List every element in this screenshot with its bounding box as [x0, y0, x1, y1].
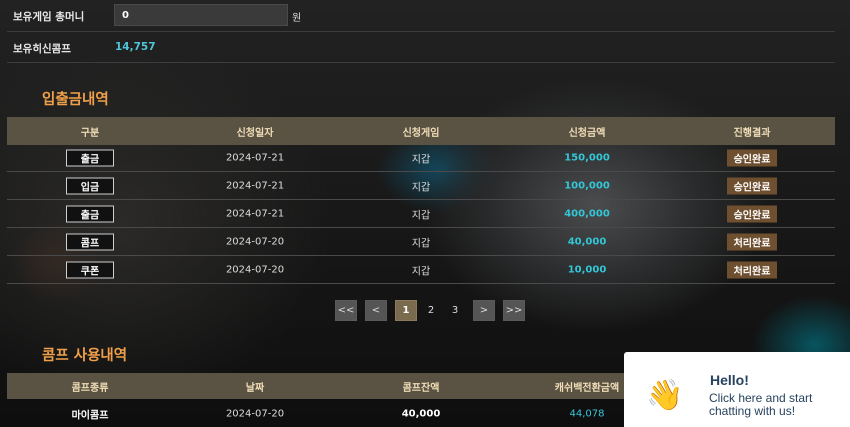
- header-cashback: 캐쉬백전환금액: [554, 382, 620, 394]
- divider: [7, 62, 835, 63]
- date-cell: 2024-07-21: [225, 180, 285, 191]
- header-comp-date: 날짜: [245, 382, 265, 394]
- currency-unit: 원: [292, 13, 302, 24]
- first-page-button[interactable]: <<: [335, 300, 357, 321]
- date-cell: 2024-07-21: [225, 152, 285, 163]
- next-page-button[interactable]: >: [473, 300, 495, 321]
- status-badge: 처리완료: [727, 261, 777, 278]
- comp-label: 보유히신콤프: [13, 43, 71, 55]
- table-row: 콤프 2024-07-20 지갑 40,000 처리완료: [7, 228, 835, 256]
- game-money-row: 보유게임 총머니 원: [0, 0, 850, 30]
- type-badge: 콤프: [66, 233, 114, 250]
- table-row: 출금 2024-07-21 지갑 150,000 승인완료: [7, 144, 835, 172]
- header-status: 진행결과: [733, 127, 771, 139]
- chat-widget[interactable]: 👋 Hello! Click here and start chatting w…: [624, 352, 850, 427]
- type-badge: 입금: [66, 177, 114, 194]
- type-badge: 쿠폰: [66, 261, 114, 278]
- date-cell: 2024-07-21: [225, 208, 285, 219]
- comp-kind-cell: 마이콤프: [71, 410, 109, 422]
- game-cell: 지갑: [411, 266, 431, 277]
- table-row: 출금 2024-07-21 지갑 400,000 승인완료: [7, 200, 835, 228]
- chat-subtitle: Click here and start chatting with us!: [709, 391, 813, 418]
- page-button-1[interactable]: 1: [395, 300, 417, 321]
- comp-balance-cell: 40,000: [401, 408, 441, 420]
- header-comp-kind: 콤프종류: [71, 382, 109, 394]
- date-cell: 2024-07-20: [225, 264, 285, 275]
- header-game: 신청게임: [402, 127, 440, 139]
- status-badge: 처리완료: [727, 233, 777, 250]
- chat-title: Hello!: [710, 372, 749, 388]
- comp-usage-title: 콤프 사용내역: [42, 348, 128, 364]
- game-cell: 지갑: [411, 182, 431, 193]
- status-badge: 승인완료: [727, 205, 777, 222]
- game-cell: 지갑: [411, 238, 431, 249]
- amount-cell: 150,000: [564, 152, 610, 163]
- table-row: 쿠폰 2024-07-20 지갑 10,000 처리완료: [7, 256, 835, 284]
- type-badge: 출금: [66, 205, 114, 222]
- game-cell: 지갑: [411, 210, 431, 221]
- waving-hand-icon: 👋: [646, 378, 684, 413]
- header-comp-balance: 콤프잔액: [402, 382, 440, 394]
- type-badge: 출금: [66, 149, 114, 166]
- game-money-label: 보유게임 총머니: [13, 11, 85, 23]
- amount-cell: 100,000: [564, 180, 610, 191]
- amount-cell: 10,000: [567, 264, 607, 275]
- date-cell: 2024-07-20: [225, 236, 285, 247]
- header-type: 구분: [80, 127, 100, 139]
- page-button-2[interactable]: 2: [421, 300, 441, 321]
- pagination: << < 1 2 3 > >>: [335, 300, 525, 321]
- last-page-button[interactable]: >>: [503, 300, 525, 321]
- table-row: 입금 2024-07-21 지갑 100,000 승인완료: [7, 172, 835, 200]
- status-badge: 승인완료: [727, 177, 777, 194]
- page-button-3[interactable]: 3: [445, 300, 465, 321]
- transactions-table-header: 구분 신청일자 신청게임 신청금액 진행결과: [7, 117, 835, 145]
- header-amount: 신청금액: [568, 127, 606, 139]
- amount-cell: 40,000: [567, 236, 607, 247]
- comp-value: 14,757: [115, 41, 156, 53]
- game-cell: 지갑: [411, 154, 431, 165]
- status-badge: 승인완료: [727, 149, 777, 166]
- amount-cell: 400,000: [564, 208, 610, 219]
- divider: [7, 31, 835, 32]
- comp-date-cell: 2024-07-20: [225, 408, 285, 420]
- game-money-input[interactable]: [114, 4, 288, 26]
- cashback-cell: 44,078: [569, 408, 605, 420]
- transactions-title: 입출금내역: [42, 92, 109, 108]
- prev-page-button[interactable]: <: [365, 300, 387, 321]
- header-date: 신청일자: [236, 127, 274, 139]
